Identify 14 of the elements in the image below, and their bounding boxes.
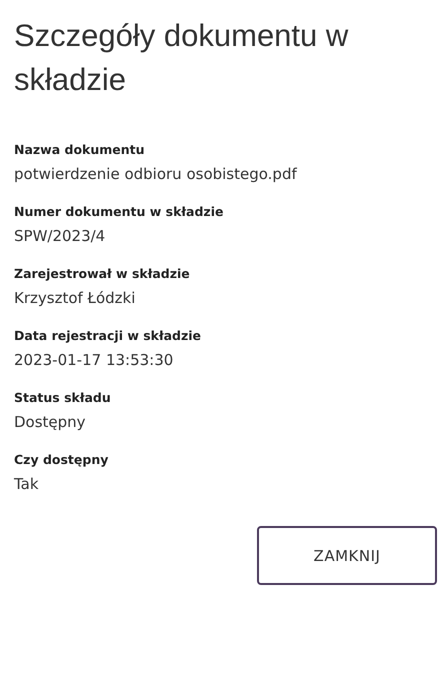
field-value: 2023-01-17 13:53:30	[14, 350, 174, 370]
field-label: Nazwa dokumentu	[14, 142, 146, 158]
close-button[interactable]: ZAMKNIJ	[257, 526, 437, 585]
field-label: Status składu	[14, 390, 112, 406]
field-value: Dostępny	[14, 412, 87, 432]
field-label: Czy dostępny	[14, 452, 110, 468]
dialog-title: Szczegóły dokumentu w składzie	[14, 17, 350, 99]
field-value: SPW/2023/4	[14, 226, 106, 246]
field-value: Krzysztof Łódzki	[14, 288, 136, 308]
field-label: Data rejestracji w składzie	[14, 328, 202, 344]
field-value: potwierdzenie odbioru osobistego.pdf	[14, 164, 298, 184]
field-label: Numer dokumentu w składzie	[14, 204, 224, 220]
field-label: Zarejestrował w składzie	[14, 266, 191, 282]
field-value: Tak	[14, 474, 40, 494]
